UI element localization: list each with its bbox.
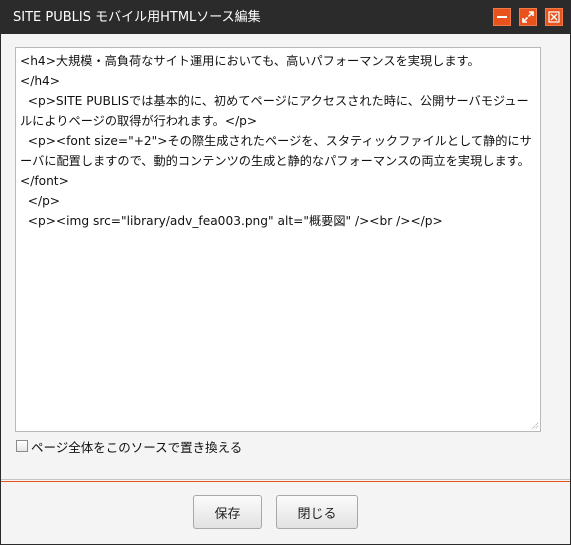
resize-grip-icon[interactable] [529, 420, 539, 430]
minimize-icon [497, 16, 507, 18]
close-window-button[interactable] [545, 8, 563, 26]
close-button[interactable]: 閉じる [276, 495, 358, 529]
replace-all-checkbox[interactable] [16, 440, 28, 452]
maximize-icon [522, 11, 534, 23]
minimize-button[interactable] [493, 8, 511, 26]
replace-all-label[interactable]: ページ全体をこのソースで置き換える [31, 437, 242, 456]
dialog-title: SITE PUBLIS モバイル用HTMLソース編集 [13, 10, 261, 25]
title-bar[interactable]: SITE PUBLIS モバイル用HTMLソース編集 [1, 1, 570, 34]
maximize-button[interactable] [519, 8, 537, 26]
close-icon [548, 11, 560, 23]
source-editor-textarea[interactable]: <h4>大規模・高負荷なサイト運用においても、高いパフォーマンスを実現します。 … [15, 47, 541, 432]
html-source-dialog: SITE PUBLIS モバイル用HTMLソース編集 <h4>大規模・高負荷なサ… [0, 0, 571, 545]
replace-all-option[interactable]: ページ全体をこのソースで置き換える [16, 437, 242, 456]
save-button[interactable]: 保存 [193, 495, 262, 529]
source-code-text: <h4>大規模・高負荷なサイト運用においても、高いパフォーマンスを実現します。 … [20, 54, 532, 228]
footer-divider [1, 479, 570, 480]
